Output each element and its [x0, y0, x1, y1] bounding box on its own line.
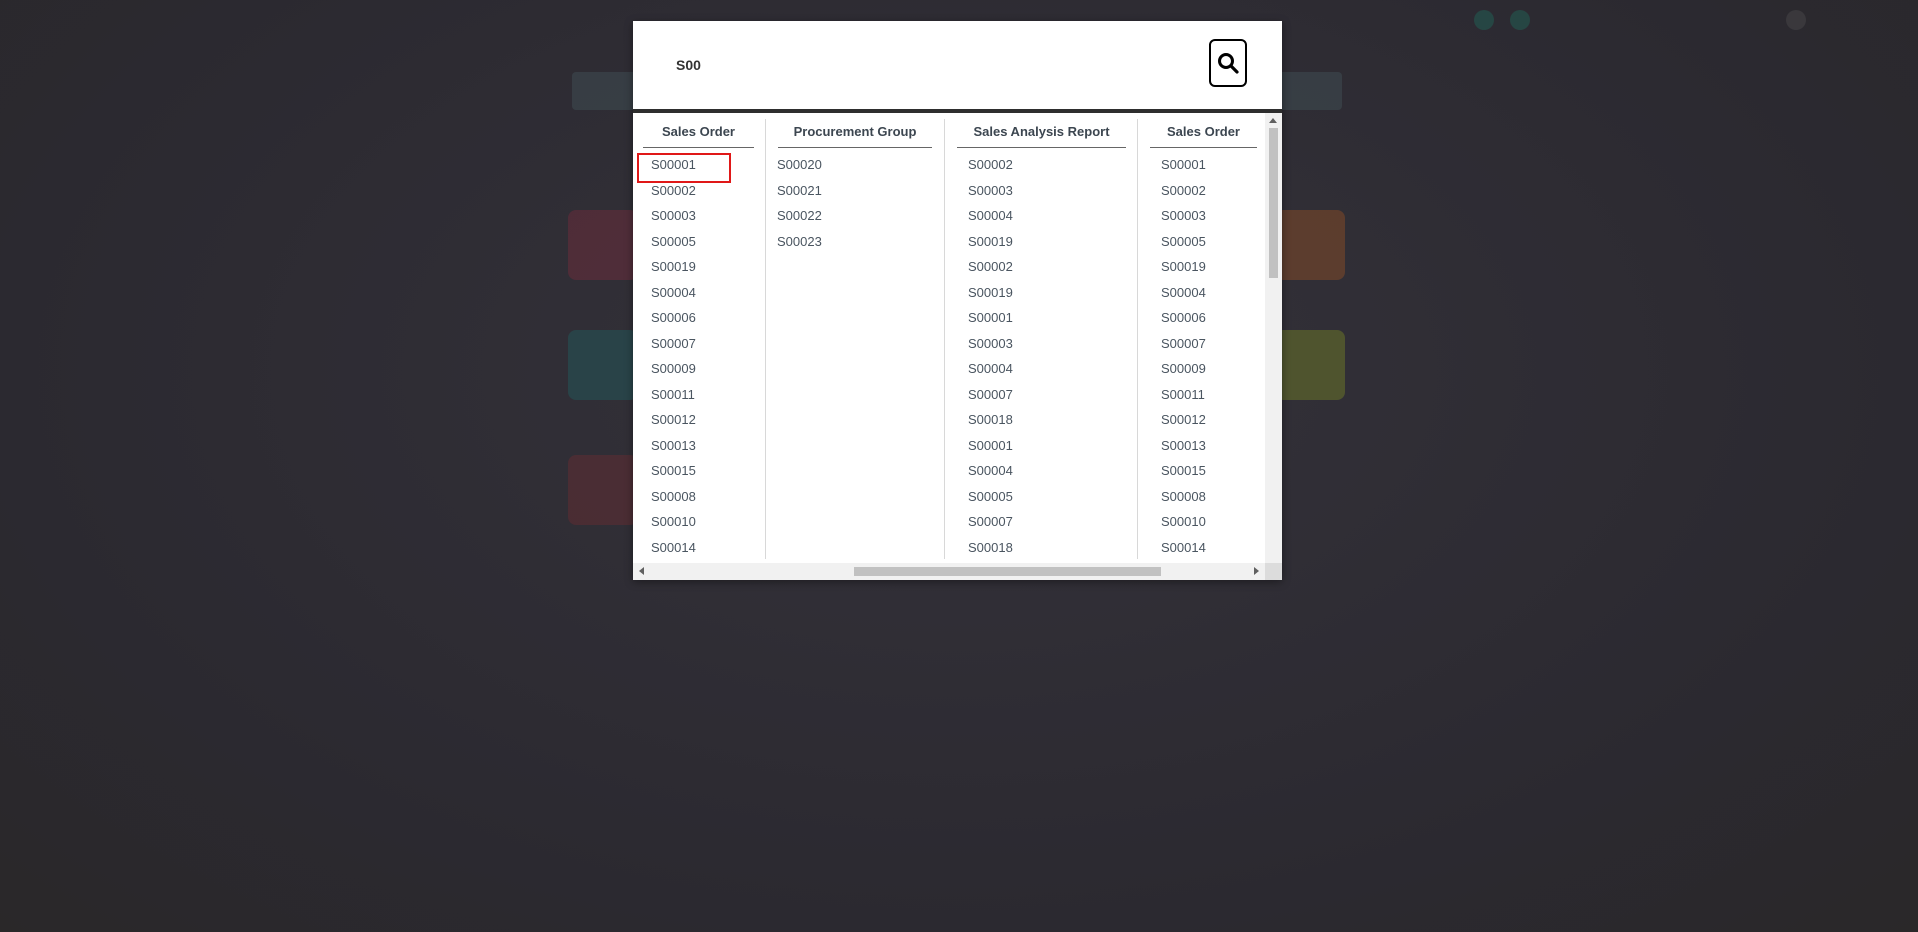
list-item[interactable]: S00022 [771, 203, 822, 229]
list-item[interactable]: S00001 [962, 305, 1013, 331]
scroll-up-arrow-icon[interactable] [1269, 118, 1277, 123]
list-item[interactable]: S00012 [645, 407, 696, 433]
list-item[interactable]: S00019 [962, 229, 1013, 255]
list-item[interactable]: S00003 [962, 331, 1013, 357]
list-item[interactable]: S00001 [1155, 152, 1206, 178]
list-item[interactable]: S00002 [962, 152, 1013, 178]
list-item[interactable]: S00007 [962, 382, 1013, 408]
vertical-scrollbar[interactable] [1265, 113, 1282, 578]
background-status-dot [1510, 10, 1530, 30]
list-item[interactable]: S00019 [645, 254, 696, 280]
results-column-sales-order-2: Sales Order S00001 S00002 S00003 S00005 … [1138, 113, 1265, 578]
horizontal-scrollbar-thumb[interactable] [854, 567, 1161, 576]
column-header: Sales Order [1150, 124, 1257, 148]
list-item[interactable]: S00006 [645, 305, 696, 331]
list-item[interactable]: S00014 [645, 535, 696, 561]
list-item[interactable]: S00021 [771, 178, 822, 204]
list-item[interactable]: S00013 [1155, 433, 1206, 459]
list-item[interactable]: S00004 [962, 356, 1013, 382]
list-item[interactable]: S00009 [645, 356, 696, 382]
scrollbar-corner [1265, 563, 1282, 580]
list-item[interactable]: S00005 [645, 229, 696, 255]
search-button[interactable] [1209, 39, 1247, 87]
list-item[interactable]: S00019 [962, 280, 1013, 306]
results-column-sales-order: Sales Order S00001 S00002 S00003 S00005 … [633, 113, 765, 578]
background-status-dot [1474, 10, 1494, 30]
background-app-tile [568, 210, 638, 280]
list-item[interactable]: S00023 [771, 229, 822, 255]
list-item[interactable]: S00004 [1155, 280, 1206, 306]
results-list: S00020 S00021 S00022 S00023 [771, 152, 822, 254]
results-list: S00001 S00002 S00003 S00005 S00019 S0000… [645, 152, 696, 560]
search-bar: S00 [633, 21, 1282, 113]
list-item[interactable]: S00004 [645, 280, 696, 306]
list-item[interactable]: S00015 [1155, 458, 1206, 484]
results-grid: Sales Order S00001 S00002 S00003 S00005 … [633, 113, 1265, 578]
search-results-dialog: S00 Sales Order S00001 S00002 S00003 S00… [633, 21, 1282, 580]
list-item[interactable]: S00010 [645, 509, 696, 535]
background-app-tile [1275, 210, 1345, 280]
search-icon [1218, 53, 1239, 74]
list-item[interactable]: S00005 [962, 484, 1013, 510]
list-item[interactable]: S00018 [962, 535, 1013, 561]
list-item[interactable]: S00008 [645, 484, 696, 510]
list-item[interactable]: S00018 [962, 407, 1013, 433]
list-item[interactable]: S00006 [1155, 305, 1206, 331]
list-item[interactable]: S00002 [962, 254, 1013, 280]
list-item[interactable]: S00007 [962, 509, 1013, 535]
search-input[interactable]: S00 [676, 57, 701, 73]
results-list: S00001 S00002 S00003 S00005 S00019 S0000… [1155, 152, 1206, 560]
list-item[interactable]: S00004 [962, 458, 1013, 484]
list-item[interactable]: S00011 [1155, 382, 1206, 408]
list-item[interactable]: S00010 [1155, 509, 1206, 535]
list-item[interactable]: S00014 [1155, 535, 1206, 561]
list-item[interactable]: S00003 [962, 178, 1013, 204]
list-item[interactable]: S00020 [771, 152, 822, 178]
scroll-right-arrow-icon[interactable] [1254, 567, 1259, 575]
list-item[interactable]: S00003 [1155, 203, 1206, 229]
vertical-scrollbar-thumb[interactable] [1269, 128, 1278, 278]
list-item[interactable]: S00007 [645, 331, 696, 357]
scroll-left-arrow-icon[interactable] [639, 567, 644, 575]
column-header: Sales Order [643, 124, 754, 148]
list-item[interactable]: S00008 [1155, 484, 1206, 510]
column-header: Sales Analysis Report [957, 124, 1126, 148]
list-item[interactable]: S00013 [645, 433, 696, 459]
results-column-procurement-group: Procurement Group S00020 S00021 S00022 S… [766, 113, 944, 578]
list-item[interactable]: S00003 [645, 203, 696, 229]
results-column-sales-analysis-report: Sales Analysis Report S00002 S00003 S000… [945, 113, 1137, 578]
list-item[interactable]: S00015 [645, 458, 696, 484]
background-avatar [1786, 10, 1806, 30]
list-item[interactable]: S00004 [962, 203, 1013, 229]
results-list: S00002 S00003 S00004 S00019 S00002 S0001… [962, 152, 1013, 560]
list-item[interactable]: S00019 [1155, 254, 1206, 280]
list-item[interactable]: S00002 [1155, 178, 1206, 204]
list-item[interactable]: S00001 [962, 433, 1013, 459]
horizontal-scrollbar[interactable] [633, 563, 1265, 580]
list-item[interactable]: S00011 [645, 382, 696, 408]
list-item[interactable]: S00005 [1155, 229, 1206, 255]
background-app-tile [1275, 330, 1345, 400]
background-app-tile [568, 455, 638, 525]
list-item[interactable]: S00009 [1155, 356, 1206, 382]
highlighted-item-marker [637, 153, 731, 183]
list-item[interactable]: S00012 [1155, 407, 1206, 433]
column-header: Procurement Group [778, 124, 932, 148]
list-item[interactable]: S00007 [1155, 331, 1206, 357]
background-app-tile [568, 330, 638, 400]
